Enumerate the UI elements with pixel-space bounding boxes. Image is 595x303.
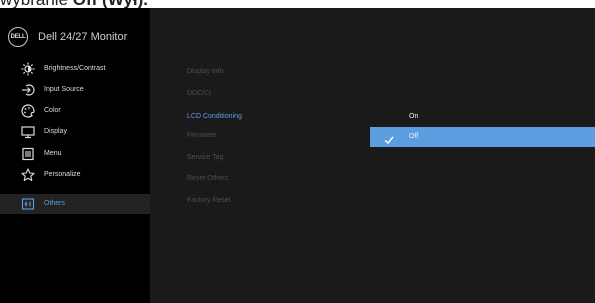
option-off[interactable]: Off — [370, 127, 595, 147]
color-icon — [21, 104, 35, 118]
sidebar-item-display[interactable]: Display — [0, 122, 150, 142]
submenu-item-factory-reset[interactable]: Factory Reset — [187, 196, 231, 206]
monitor-title: Dell 24/27 Monitor — [38, 31, 128, 43]
sidebar: DELL Dell 24/27 Monitor Brightness/Contr… — [0, 8, 150, 303]
display-icon — [21, 125, 35, 139]
brand-header: DELL Dell 24/27 Monitor — [8, 26, 127, 48]
menu-icon — [21, 147, 35, 161]
sidebar-item-label: Menu — [44, 150, 62, 157]
sidebar-item-personalize[interactable]: Personalize — [0, 165, 150, 185]
submenu-item-reset-others[interactable]: Reset Others — [187, 174, 228, 184]
star-icon — [21, 168, 35, 182]
sidebar-item-label: Personalize — [44, 171, 81, 178]
sidebar-item-label: Color — [44, 107, 61, 114]
submenu-item-service-tag[interactable]: Service Tag — [187, 153, 223, 163]
sidebar-item-label: Others — [44, 200, 66, 207]
checkmark-icon — [384, 132, 394, 144]
submenu-item-ddc-ci[interactable]: DDC/CI — [187, 89, 211, 99]
sidebar-item-color[interactable]: Color — [0, 101, 150, 121]
sidebar-item-label: Display — [44, 128, 67, 135]
brightness-icon — [21, 62, 35, 76]
option-on[interactable]: On — [370, 107, 595, 127]
others-icon — [21, 197, 35, 211]
submenu-item-lcd-conditioning[interactable]: LCD Conditioning — [187, 112, 242, 122]
submenu-item-firmware[interactable]: Firmware — [187, 131, 216, 141]
sidebar-item-others[interactable]: Others — [0, 194, 150, 214]
sidebar-item-label: Brightness/Contrast — [44, 65, 106, 72]
sidebar-item-label: Input Source — [44, 86, 84, 93]
submenu-item-display-info[interactable]: Display Info — [187, 67, 224, 77]
monitor-osd-menu: DELL Dell 24/27 Monitor Brightness/Contr… — [0, 8, 595, 303]
sidebar-item-input-source[interactable]: Input Source — [0, 80, 150, 100]
option-label: On — [409, 113, 419, 120]
sidebar-item-brightness-contrast[interactable]: Brightness/Contrast — [0, 59, 150, 79]
input-source-icon — [21, 83, 35, 97]
sidebar-item-menu[interactable]: Menu — [0, 144, 150, 164]
dell-logo: DELL — [8, 27, 28, 47]
option-label: Off — [409, 133, 419, 140]
instruction-caption: wybranie Off (Wył). — [0, 0, 148, 8]
